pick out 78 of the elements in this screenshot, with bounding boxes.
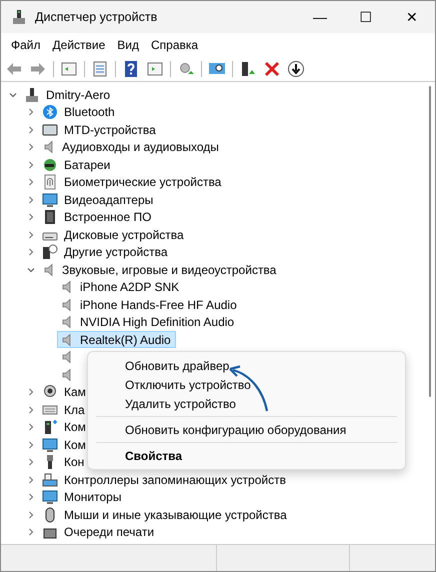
device-icon [42,122,58,138]
chevron-right-icon[interactable] [27,108,35,116]
menu-item[interactable]: Обновить конфигурацию оборудования [88,420,405,439]
tree-item[interactable]: Видеоадаптеры [39,191,158,208]
properties-icon[interactable] [91,60,109,78]
tree-item[interactable]: Кла [39,401,90,418]
chevron-right-icon[interactable] [27,178,35,186]
maximize-button[interactable]: ☐ [343,1,389,33]
chip-icon [42,209,58,226]
tree-item[interactable]: iPhone Hands-Free HF Audio [57,296,242,314]
chevron-right-icon[interactable] [27,528,35,536]
chevron-right-icon[interactable] [27,510,35,519]
chevron-down-icon[interactable] [27,266,35,274]
chevron-right-icon[interactable] [27,440,35,449]
chevron-right-icon[interactable] [27,388,35,396]
chevron-right-icon[interactable] [27,476,35,484]
panel-icon[interactable] [146,60,164,78]
menu-item[interactable]: Отключить устройство [88,375,405,394]
chevron-right-icon[interactable] [27,196,35,204]
help-icon[interactable] [122,60,140,78]
tree-item[interactable]: NVIDIA High Definition Audio [57,314,240,331]
tree-item[interactable]: Очереди печати [39,524,160,541]
chevron-right-icon[interactable] [27,160,35,169]
tree-item[interactable]: Мониторы [39,488,126,506]
tree-item[interactable]: Кам [39,384,91,401]
chevron-right-icon[interactable] [27,143,35,152]
panel-icon[interactable] [60,60,78,78]
menu-item[interactable]: Обновить драйвер [88,356,405,375]
monitor-icon [42,192,58,208]
tree-item[interactable]: Мыши и иные указывающие устройства [39,506,292,524]
menu-item[interactable]: Удалить устройство [88,394,405,413]
tree-item[interactable]: Встроенное ПО [39,208,156,226]
tree-item[interactable]: Звуковые, игровые и видеоустройства [39,261,282,278]
close-button[interactable]: ✕ [389,1,435,33]
computer-icon [11,9,27,25]
storage-controller-icon [42,472,58,488]
menu-item[interactable]: Действие [46,36,112,54]
menu-item[interactable]: Вид [111,36,145,54]
forward-arrow-icon[interactable] [29,60,47,78]
chevron-right-icon[interactable] [27,493,35,502]
tree-item[interactable]: Realtek(R) Audio [57,331,176,348]
minimize-button[interactable]: — [297,1,343,33]
computer-icon [24,86,40,103]
tree-item[interactable]: Биометрические устройства [39,174,226,191]
tree-item[interactable]: Дисковые устройства [39,226,189,244]
tree-item[interactable]: Другие устройства [39,244,173,261]
tree-item[interactable]: Контроллеры запоминающих устройств [39,471,291,488]
tree-item[interactable]: Батареи [39,156,116,174]
tree-item[interactable]: Аудиовходы и аудиовыходы [39,138,224,156]
menu-item[interactable]: Справка [145,36,204,54]
chevron-right-icon[interactable] [27,126,35,134]
computer-icon [42,419,58,436]
monitor-icon [42,436,58,453]
chevron-right-icon[interactable] [27,458,35,466]
fingerprint-icon [42,174,58,190]
tree-item[interactable]: Dmitry-Aero [21,86,116,104]
menu-item[interactable]: Файл [5,36,47,54]
bluetooth-icon [42,104,58,120]
tree-item[interactable]: Ком [39,436,91,454]
chevron-right-icon[interactable] [27,248,35,256]
tree-item[interactable]: MTD-устройства [39,121,161,138]
chevron-right-icon[interactable] [27,423,35,432]
chevron-right-icon[interactable] [27,230,35,239]
unknown-device-icon [42,244,58,260]
menu-item[interactable]: Свойства [88,446,405,465]
add-device-icon[interactable] [239,60,257,78]
close-icon[interactable] [263,60,281,78]
chevron-down-icon[interactable] [9,90,17,99]
window-title: Диспетчер устройств [35,8,158,26]
chevron-right-icon[interactable] [27,213,35,222]
tree-item[interactable]: Bluetooth [39,104,120,121]
download-icon[interactable] [287,60,305,78]
battery-icon [42,156,58,173]
tree-item[interactable]: Ком [39,418,91,436]
tree-item[interactable]: iPhone A2DP SNK [57,278,184,296]
chevron-right-icon[interactable] [27,406,35,414]
monitor-icon [42,489,58,506]
tree-item[interactable]: Кон [39,454,90,471]
